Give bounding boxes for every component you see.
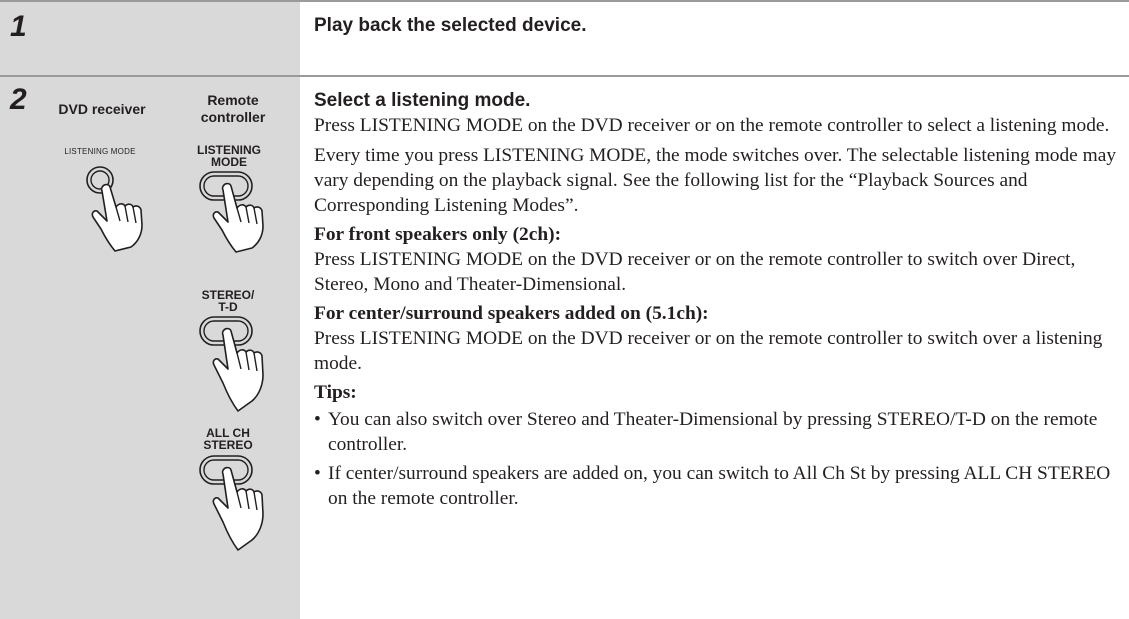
step-2-content: Select a listening mode. Press LISTENING… (314, 89, 1122, 515)
remote-stereo-td-label: STEREO/ T-D (201, 288, 255, 314)
step-1-sidebar: 1 (0, 2, 300, 77)
step-2-sidebar: 2 DVD receiver Remote controller LISTENI… (0, 77, 300, 619)
step-1-number: 1 (10, 10, 27, 43)
dvd-receiver-label: DVD receiver (58, 101, 146, 117)
tip-item: If center/surround speakers are added on… (314, 461, 1122, 511)
step-2-para-1: Press LISTENING MODE on the DVD receiver… (314, 115, 1110, 136)
center-surround-heading: For center/surround speakers added on (5… (314, 303, 709, 324)
step-2-number: 2 (10, 83, 27, 116)
step-2-row: 2 DVD receiver Remote controller LISTENI… (0, 75, 1129, 619)
receiver-button-label: LISTENING MODE (64, 147, 136, 156)
remote-all-ch-stereo-button-icon (199, 455, 264, 551)
receiver-listening-mode-button-icon (86, 166, 143, 252)
tip-item: You can also switch over Stereo and Thea… (314, 407, 1122, 457)
center-surround-text: Press LISTENING MODE on the DVD receiver… (314, 328, 1103, 374)
remote-listening-mode-label: LISTENING MODE (196, 143, 261, 169)
step-2-para-2: Every time you press LISTENING MODE, the… (314, 145, 1117, 216)
front-speakers-text: Press LISTENING MODE on the DVD receiver… (314, 249, 1076, 295)
remote-stereo-td-button-icon (199, 316, 264, 412)
remote-listening-mode-button-icon (199, 171, 264, 253)
step-1-heading: Play back the selected device. (314, 15, 587, 36)
step-1-row: 1 Play back the selected device. (0, 0, 1129, 77)
remote-all-ch-stereo-label: ALL CH STEREO (203, 426, 253, 452)
tips-list: You can also switch over Stereo and Thea… (314, 407, 1122, 511)
tips-heading: Tips: (314, 382, 357, 403)
front-speakers-heading: For front speakers only (2ch): (314, 224, 562, 245)
remote-controller-label: Remote controller (200, 92, 266, 125)
step-2-heading: Select a listening mode. (314, 90, 531, 111)
